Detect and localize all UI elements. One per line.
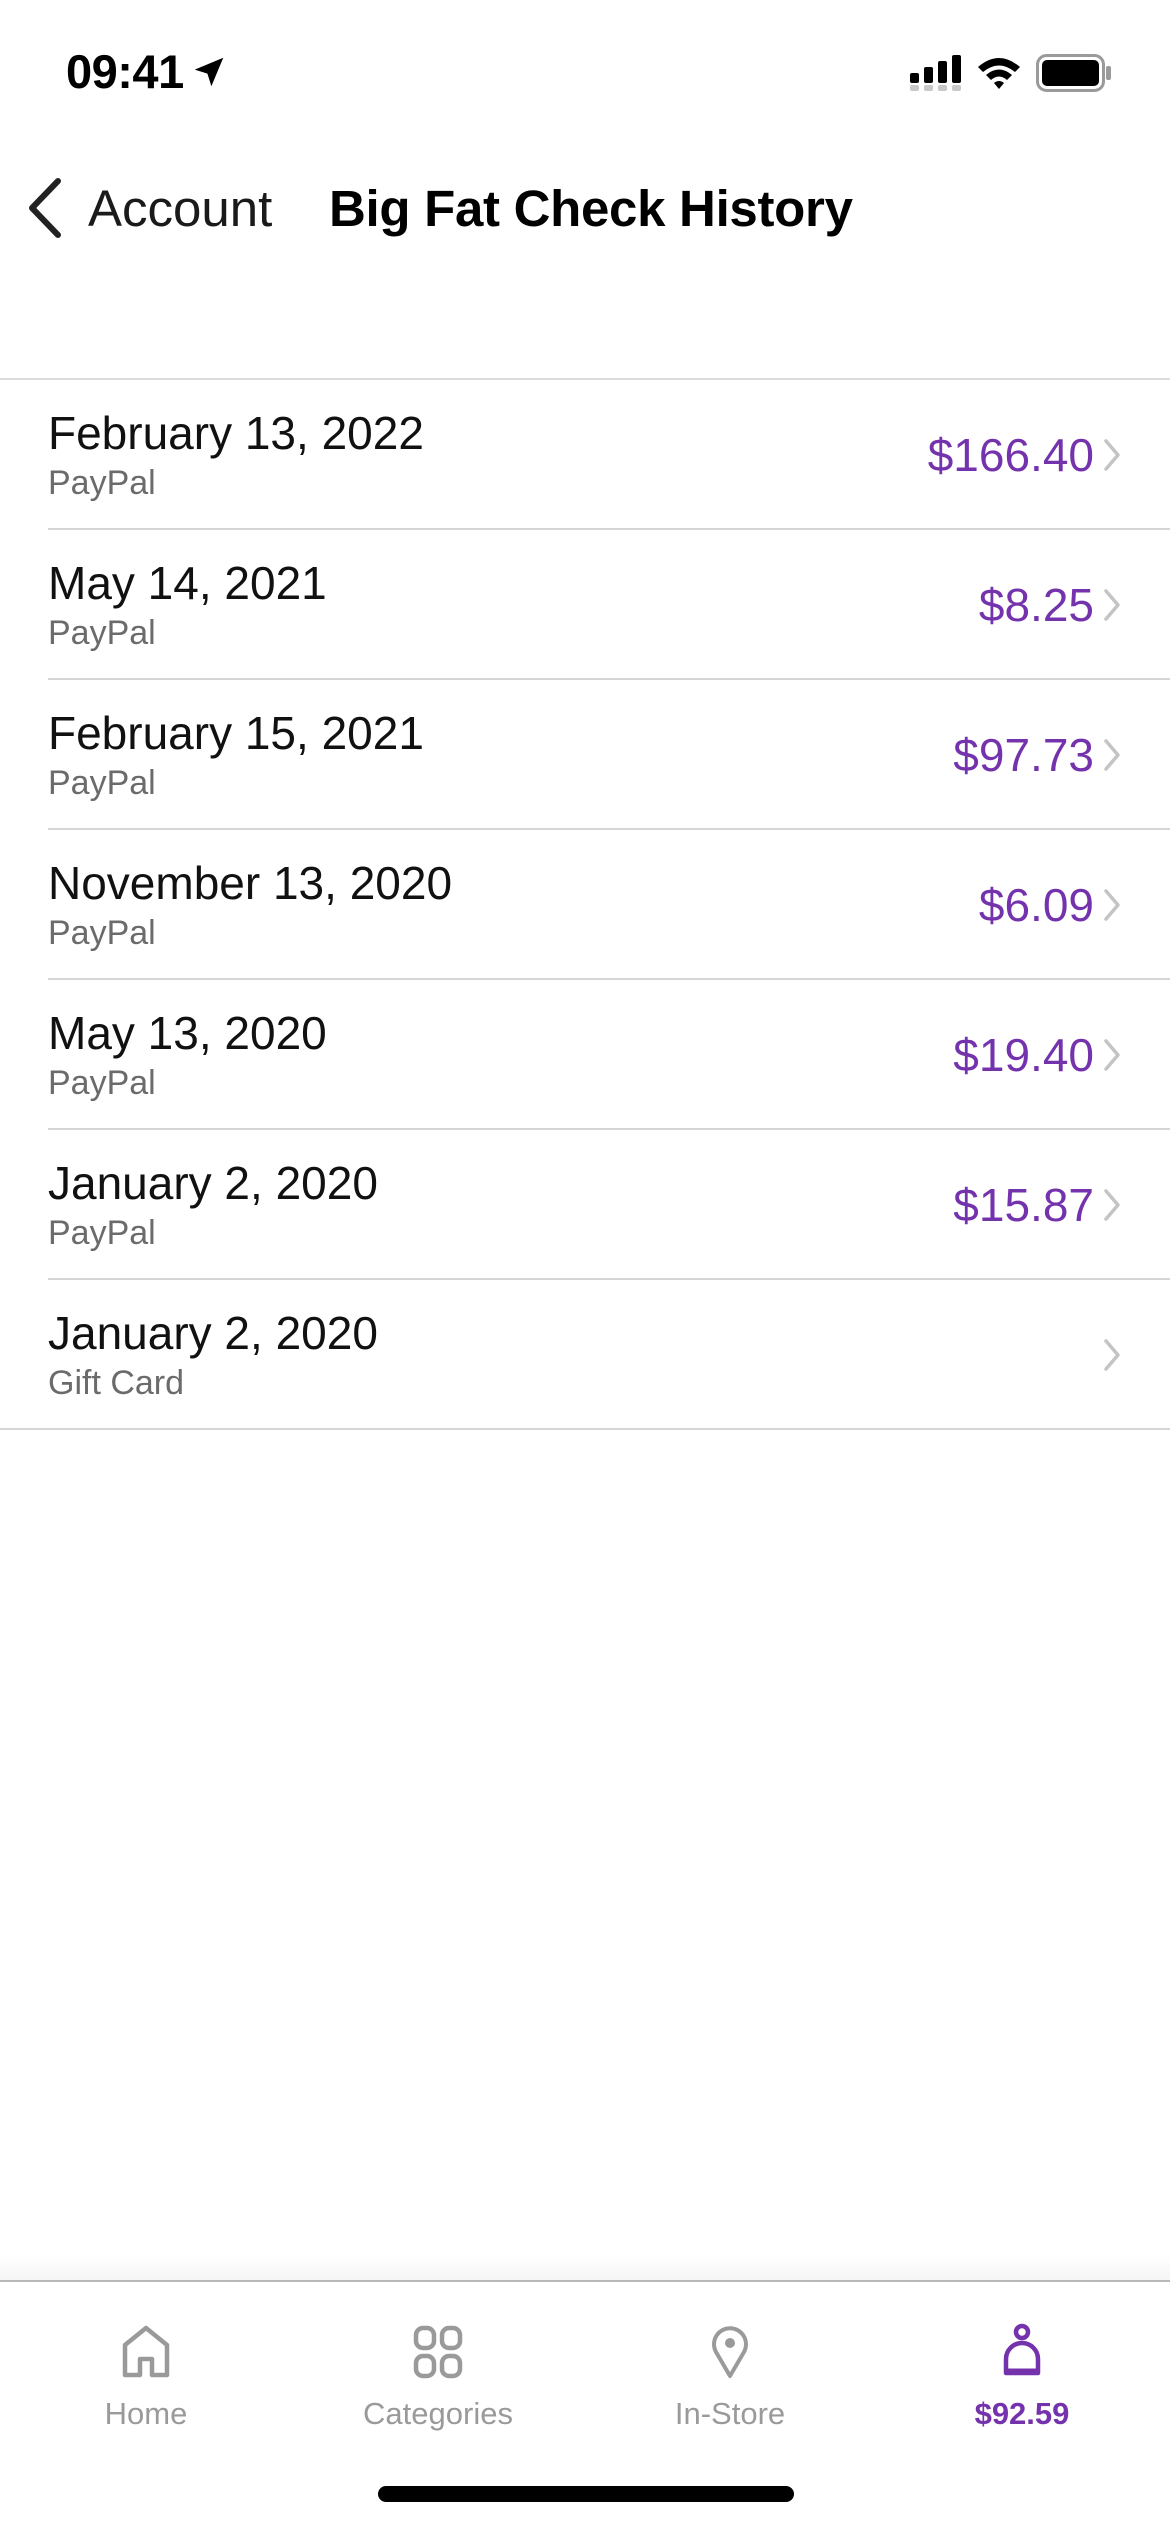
- person-icon: [1003, 2323, 1041, 2376]
- status-time: 09:41: [66, 44, 228, 99]
- tab-label: In-Store: [674, 2396, 786, 2431]
- tab-label: $92.59: [974, 2396, 1070, 2431]
- chevron-right-icon: [1104, 1339, 1120, 1371]
- tab-categories[interactable]: Categories: [292, 2282, 584, 2442]
- chevron-right-icon: [1104, 889, 1120, 921]
- chevron-right-icon: [1104, 439, 1120, 471]
- home-icon: [122, 2325, 170, 2378]
- history-row[interactable]: May 13, 2020 PayPal $19.40: [0, 980, 1170, 1130]
- tab-home[interactable]: Home: [0, 2282, 292, 2442]
- nav-bar: Account Big Fat Check History: [0, 160, 1170, 256]
- row-amount: $19.40: [953, 1029, 1094, 1081]
- tab-bar-shadow: [0, 2255, 1170, 2280]
- status-bar: 09:41: [0, 0, 1170, 140]
- row-method: PayPal: [48, 914, 156, 952]
- battery-icon: [1036, 54, 1111, 92]
- tab-in-store[interactable]: In-Store: [584, 2282, 876, 2442]
- tab-label: Home: [104, 2396, 188, 2431]
- chevron-right-icon: [1104, 739, 1120, 771]
- history-row[interactable]: November 13, 2020 PayPal $6.09: [0, 830, 1170, 980]
- row-method: PayPal: [48, 464, 156, 502]
- chevron-left-icon: [29, 178, 61, 238]
- check-history-list: February 13, 2022 PayPal $166.40 May 14, …: [0, 378, 1170, 1430]
- history-row[interactable]: February 15, 2021 PayPal $97.73: [0, 680, 1170, 830]
- row-date: February 15, 2021: [48, 707, 424, 759]
- map-pin-icon: [712, 2326, 748, 2378]
- row-amount: $15.87: [953, 1179, 1094, 1231]
- grid-icon: [413, 2325, 463, 2379]
- row-date: January 2, 2020: [48, 1157, 378, 1209]
- row-method: PayPal: [48, 764, 156, 802]
- row-method: Gift Card: [48, 1364, 185, 1402]
- status-icons: [910, 54, 1112, 92]
- row-date: May 13, 2020: [48, 1007, 327, 1059]
- time-label: 09:41: [66, 45, 184, 98]
- location-arrow-icon: [194, 57, 223, 86]
- row-amount: $8.25: [978, 579, 1094, 631]
- row-amount: $166.40: [927, 429, 1094, 481]
- tab-account[interactable]: $92.59: [876, 2282, 1168, 2442]
- row-date: November 13, 2020: [48, 857, 453, 909]
- history-row[interactable]: January 2, 2020 PayPal $15.87: [0, 1130, 1170, 1280]
- history-row[interactable]: February 13, 2022 PayPal $166.40: [0, 380, 1170, 530]
- row-amount: $97.73: [953, 729, 1094, 781]
- home-indicator[interactable]: [378, 2486, 794, 2502]
- tab-label: Categories: [363, 2396, 513, 2431]
- page-title: Big Fat Check History: [329, 179, 853, 237]
- row-amount: $6.09: [978, 879, 1094, 931]
- history-row[interactable]: January 2, 2020 Gift Card: [0, 1280, 1170, 1430]
- row-date: May 14, 2021: [48, 557, 327, 609]
- back-button[interactable]: Account: [22, 160, 272, 256]
- row-method: PayPal: [48, 1214, 156, 1252]
- row-date: February 13, 2022: [48, 407, 424, 459]
- back-label: Account: [88, 179, 273, 237]
- chevron-right-icon: [1104, 1039, 1120, 1071]
- history-row[interactable]: May 14, 2021 PayPal $8.25: [0, 530, 1170, 680]
- row-method: PayPal: [48, 614, 156, 652]
- cellular-signal-icon: [910, 55, 961, 91]
- row-method: PayPal: [48, 1064, 156, 1102]
- chevron-right-icon: [1104, 1189, 1120, 1221]
- wifi-icon: [978, 58, 1020, 89]
- row-date: January 2, 2020: [48, 1307, 378, 1359]
- chevron-right-icon: [1104, 589, 1120, 621]
